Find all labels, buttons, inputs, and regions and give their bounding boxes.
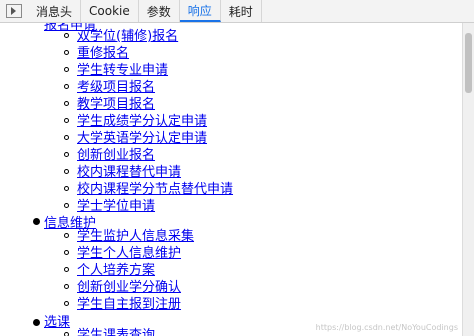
bullet-icon [64,301,69,306]
response-body: 报名申请 双学位(辅修)报名 重修报名 学生转专业申请 考级项目报名 教学项目报… [0,23,462,336]
bullet-icon [64,332,69,336]
bullet-icon [33,319,40,326]
bullet-icon [64,101,69,106]
menu-link[interactable]: 学生个人信息维护 [77,245,181,262]
bullet-icon [64,50,69,55]
menu-link[interactable]: 学生监护人信息采集 [77,228,194,245]
bullet-icon [64,284,69,289]
tab-cookie[interactable]: Cookie [81,0,139,22]
menu-link[interactable]: 创新创业学分确认 [77,279,181,296]
menu-link[interactable]: 大学英语学分认定申请 [77,130,207,147]
menu-link[interactable]: 重修报名 [77,45,129,62]
bullet-icon [64,118,69,123]
tab-params[interactable]: 参数 [139,0,180,22]
bullet-icon [64,250,69,255]
tab-headers[interactable]: 消息头 [28,0,82,22]
bullet-icon [64,233,69,238]
bullet-icon [64,267,69,272]
bullet-icon [33,218,40,225]
tab-timing[interactable]: 耗时 [221,0,262,22]
bullet-icon [64,33,69,38]
menu-link[interactable]: 教学项目报名 [77,96,155,113]
menu-link[interactable]: 校内课程学分节点替代申请 [77,181,233,198]
vertical-scrollbar[interactable] [462,23,474,336]
menu-link[interactable]: 考级项目报名 [77,79,155,96]
bullet-icon [64,84,69,89]
devtools-tab-bar: 消息头 Cookie 参数 响应 耗时 [0,0,474,23]
bullet-icon [64,203,69,208]
menu-link[interactable]: 学生自主报到注册 [77,296,181,313]
panel-toggle-icon[interactable] [6,4,22,18]
bullet-icon [64,135,69,140]
menu-link[interactable]: 个人培养方案 [77,262,155,279]
menu-link[interactable]: 双学位(辅修)报名 [77,28,178,45]
menu-link[interactable]: 创新创业报名 [77,147,155,164]
menu-link[interactable]: 学生课表查询 [77,327,155,336]
menu-link[interactable]: 学生成绩学分认定申请 [77,113,207,130]
menu-link[interactable]: 学生转专业申请 [77,62,168,79]
bullet-icon [64,152,69,157]
section-course-selection[interactable]: 选课 [44,311,70,330]
watermark: https://blog.csdn.net/NoYouCodings [315,323,458,332]
tab-response[interactable]: 响应 [179,0,221,22]
scrollbar-thumb[interactable] [465,33,472,93]
menu-link[interactable]: 校内课程替代申请 [77,164,181,181]
bullet-icon [64,67,69,72]
bullet-icon [64,186,69,191]
bullet-icon [64,169,69,174]
